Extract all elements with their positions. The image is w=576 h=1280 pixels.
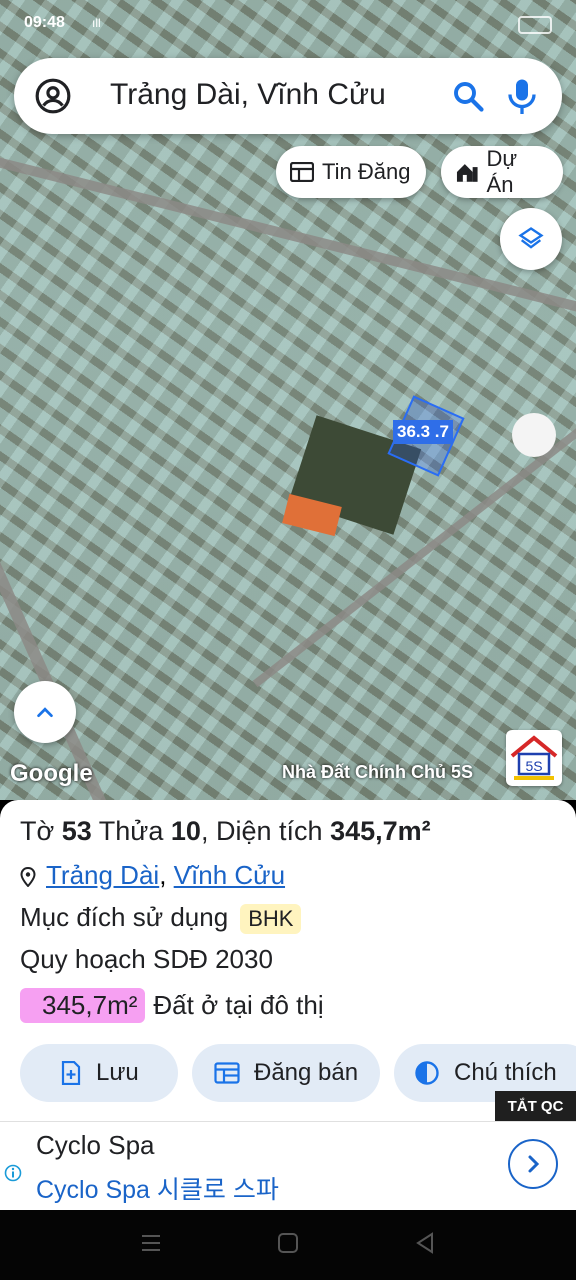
legend-label: Chú thích [454,1059,557,1086]
tin-dang-label: Tin Đăng [322,159,411,184]
post-sale-label: Đăng bán [254,1059,359,1086]
district-link[interactable]: Vĩnh Cửu [174,860,285,890]
ad-subtitle[interactable]: Cyclo Spa 시클로 스파 [36,1170,279,1206]
ward-link[interactable]: Trảng Dài [46,860,159,890]
land-use-label: Mục đích sử dụng [20,902,229,932]
to-label: Tờ [20,816,55,846]
location-separator: , [159,860,167,890]
microphone-icon[interactable] [504,76,540,116]
home-icon[interactable] [277,1232,299,1254]
brand-logo[interactable]: 5S [506,730,562,786]
map-drag-handle[interactable] [512,413,556,457]
ad-banner[interactable]: Cyclo Spa Cyclo Spa 시클로 스파 [0,1121,576,1211]
layers-icon [518,227,544,249]
area-label: Diện tích [215,816,323,846]
status-bar: 09:48 ıll [0,0,576,44]
battery-icon [518,16,552,34]
thua-value: 10 [170,816,201,846]
ad-info-icon[interactable] [4,1164,22,1182]
title-comma: , [200,816,209,846]
account-icon[interactable] [34,77,72,115]
parcel-label: 36.3 .7 [393,420,453,444]
svg-text:5S: 5S [525,758,542,774]
zone-description: Đất ở tại đô thị [153,990,324,1020]
parcel-title: Tờ 53 Thửa 10, Diện tích 345,7m² [20,816,431,847]
location-pin-icon [20,867,36,888]
land-use-row: Mục đích sử dụng BHK [20,902,302,934]
expand-button[interactable] [14,681,76,743]
close-ad-button[interactable]: TẮT QC [495,1091,576,1121]
zone-row: 345,7m² Đất ở tại đô thị [20,988,324,1023]
listing-icon [214,1062,240,1084]
post-sale-button[interactable]: Đăng bán [192,1044,380,1102]
house-icon [456,164,478,182]
map-view[interactable]: 09:48 ıll Trảng Dài, Vĩnh Cửu Tin Đăng D… [0,0,576,800]
parcel-info-panel: Tờ 53 Thửa 10, Diện tích 345,7m² Trảng D… [0,800,576,1122]
du-an-chip[interactable]: Dự Án [441,146,563,198]
google-attribution: Google [10,760,93,787]
brand-logo-icon: 5S [510,735,558,780]
land-use-badge: BHK [240,904,302,934]
to-value: 53 [61,816,92,846]
contrast-icon [415,1061,439,1085]
area-value: 345,7m² [330,816,431,846]
save-label: Lưu [96,1059,139,1086]
listing-icon [290,162,314,182]
thua-label: Thửa [98,816,164,846]
chevron-up-icon [37,707,53,718]
watermark-text: Nhà Đất Chính Chủ 5S [282,762,474,782]
tin-dang-chip[interactable]: Tin Đăng [276,146,426,198]
back-icon[interactable] [414,1232,436,1254]
plan-label: Quy hoạch SDĐ 2030 [20,944,273,974]
save-button[interactable]: Lưu [20,1044,178,1102]
search-query[interactable]: Trảng Dài, Vĩnh Cửu [110,78,386,112]
status-time: 09:48 [24,14,65,31]
ad-open-button[interactable] [508,1139,558,1189]
zone-area-badge: 345,7m² [20,988,146,1023]
search-icon[interactable] [450,78,486,114]
system-nav-bar [0,1210,576,1280]
signal-icon: ıll [92,16,101,30]
chevron-right-icon [528,1155,540,1173]
location-row: Trảng Dài, Vĩnh Cửu [20,860,285,891]
menu-icon[interactable] [140,1232,162,1254]
add-bookmark-icon [61,1061,81,1085]
ad-title[interactable]: Cyclo Spa [36,1130,155,1161]
du-an-label: Dự Án [486,146,518,197]
layers-button[interactable] [500,208,562,270]
search-bar[interactable]: Trảng Dài, Vĩnh Cửu [14,58,562,134]
